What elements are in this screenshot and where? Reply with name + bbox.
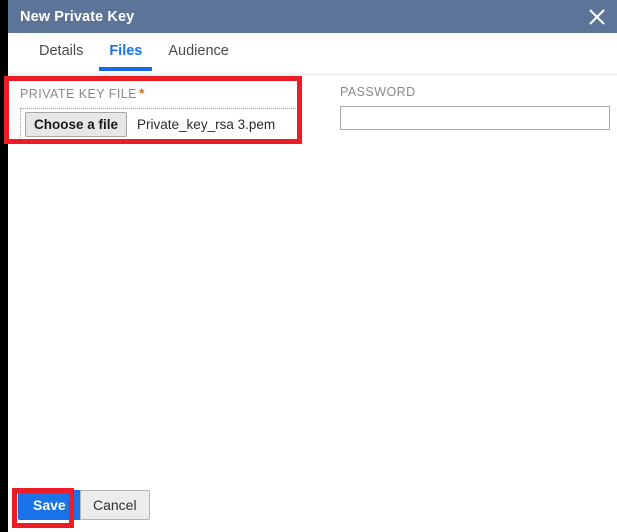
- choose-file-button[interactable]: Choose a file: [25, 111, 128, 137]
- selected-file-name: Private_key_rsa 3.pem: [137, 116, 276, 132]
- password-field: PASSWORD: [340, 85, 612, 130]
- file-input-container[interactable]: Choose a file Private_key_rsa 3.pem: [20, 108, 298, 140]
- dialog-tabs: Details Files Audience: [8, 33, 617, 73]
- tab-files-label: Files: [109, 43, 143, 59]
- required-asterisk-icon: *: [138, 85, 145, 101]
- private-key-file-field: PRIVATE KEY FILE * Choose a file Private_…: [20, 85, 300, 140]
- dialog-footer: Save Cancel: [8, 476, 617, 532]
- password-input[interactable]: [340, 106, 610, 130]
- tab-details-label: Details: [39, 43, 84, 59]
- tab-files[interactable]: Files: [96, 33, 155, 71]
- tab-audience[interactable]: Audience: [155, 33, 241, 71]
- files-tab-panel: PRIVATE KEY FILE * Choose a file Private_…: [8, 76, 617, 476]
- dialog-titlebar: New Private Key: [8, 0, 617, 33]
- private-key-file-label: PRIVATE KEY FILE *: [20, 85, 300, 101]
- save-button[interactable]: Save: [18, 490, 81, 520]
- tab-audience-label: Audience: [168, 43, 229, 59]
- close-button[interactable]: [577, 0, 617, 33]
- new-private-key-dialog: New Private Key Details Files Audience P…: [8, 0, 617, 532]
- password-label: PASSWORD: [340, 85, 416, 99]
- private-key-file-label-text: PRIVATE KEY FILE: [20, 87, 137, 101]
- dialog-title: New Private Key: [20, 8, 135, 25]
- left-edge-strip: [0, 0, 8, 532]
- tab-details[interactable]: Details: [26, 33, 96, 71]
- close-icon: [588, 8, 606, 26]
- cancel-button[interactable]: Cancel: [80, 490, 150, 520]
